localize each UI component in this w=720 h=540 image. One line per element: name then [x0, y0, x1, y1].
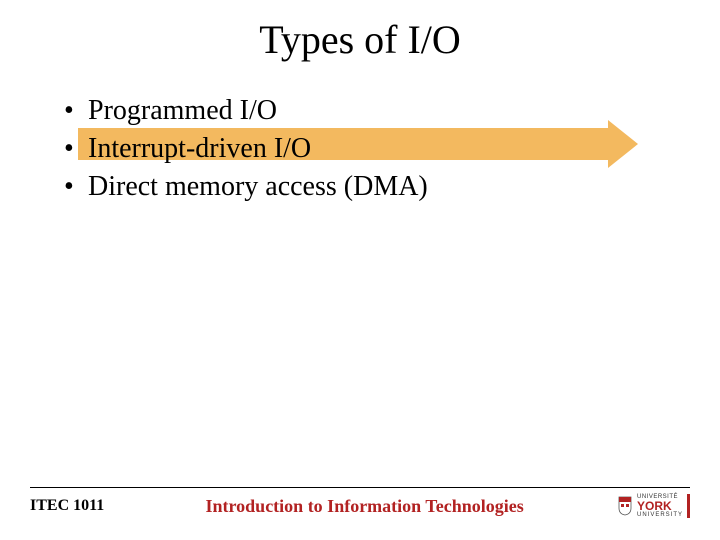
crest-icon [617, 496, 633, 516]
bullet-text: Interrupt-driven I/O [88, 130, 311, 168]
logo-bar-icon [687, 494, 690, 518]
logo-sub-text: UNIVERSITY [637, 512, 683, 518]
bullet-icon: • [60, 92, 88, 130]
course-title: Introduction to Information Technologies [124, 496, 605, 517]
bullet-icon: • [60, 168, 88, 206]
slide: Types of I/O • Programmed I/O • Interrup… [0, 0, 720, 540]
bullet-icon: • [60, 130, 88, 168]
list-item: • Interrupt-driven I/O [60, 130, 660, 168]
footer: ITEC 1011 Introduction to Information Te… [30, 487, 690, 518]
course-code: ITEC 1011 [30, 497, 124, 515]
bullet-list: • Programmed I/O • Interrupt-driven I/O … [60, 92, 660, 205]
footer-row: ITEC 1011 Introduction to Information Te… [30, 494, 690, 518]
slide-title: Types of I/O [0, 16, 720, 63]
footer-divider [30, 487, 690, 488]
list-item: • Programmed I/O [60, 92, 660, 130]
list-item: • Direct memory access (DMA) [60, 168, 660, 206]
logo-main-text: YORK [637, 500, 683, 512]
university-logo: UNIVERSITÉ YORK UNIVERSITY [605, 494, 690, 518]
bullet-text: Programmed I/O [88, 92, 277, 130]
bullet-text: Direct memory access (DMA) [88, 168, 428, 206]
